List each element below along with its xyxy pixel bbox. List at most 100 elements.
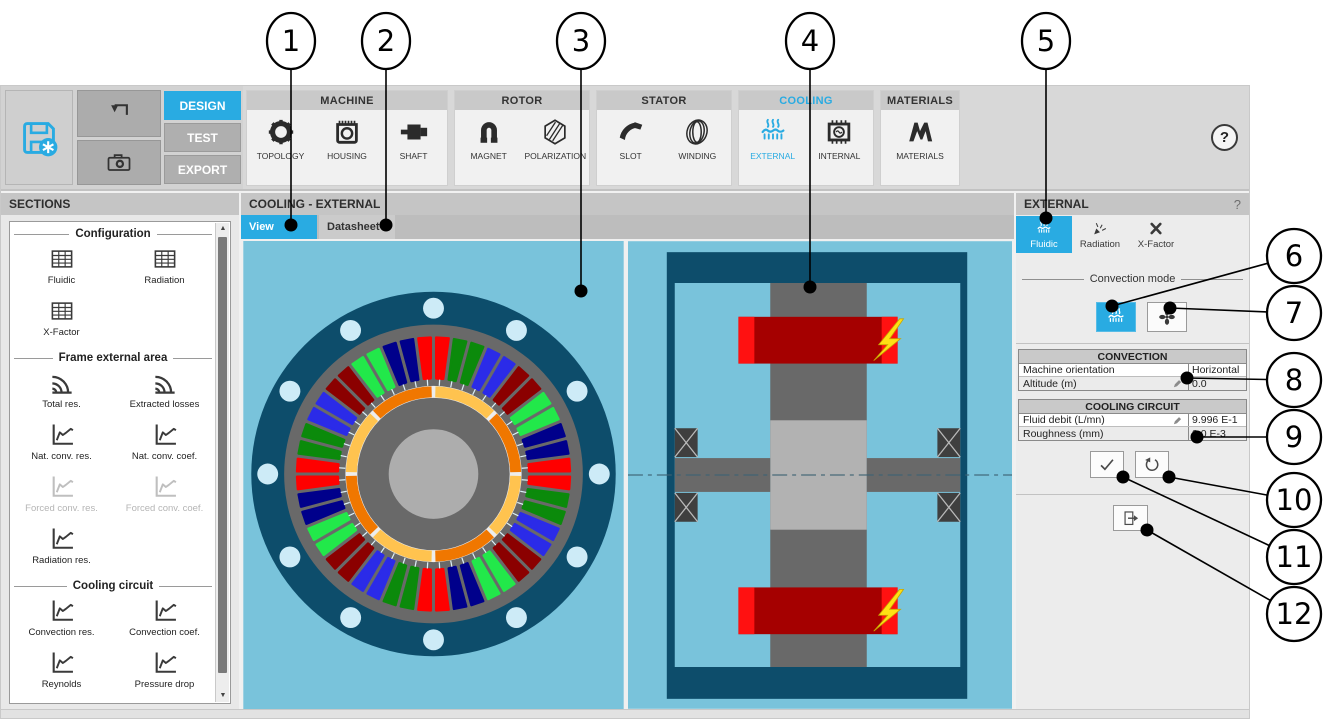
section-item-reynolds[interactable]: Reynolds <box>10 646 113 698</box>
undo-button[interactable] <box>77 90 161 137</box>
section-item-forced-conv-coef[interactable]: Forced conv. coef. <box>113 470 216 522</box>
toolbar-item-label: MAGNET <box>470 151 506 161</box>
toolbar-item-materials[interactable]: MATERIALS <box>887 117 953 161</box>
tab-radiation-label: Radiation <box>1080 239 1120 250</box>
scrollbar-thumb[interactable] <box>218 237 227 673</box>
toolbar-item-polarization[interactable]: POLARIZATION <box>522 117 588 161</box>
chart-icon <box>149 421 181 449</box>
materials-icon <box>901 117 939 147</box>
toolbar-item-topology[interactable]: TOPOLOGY <box>248 117 314 161</box>
external-cooling-panel: EXTERNAL ? Fluidic Radiation X-Factor Co… <box>1016 193 1249 711</box>
panel-separator <box>1016 494 1249 495</box>
toolbar-item-shaft[interactable]: SHAFT <box>381 117 447 161</box>
section-item-label: Convection res. <box>28 627 94 638</box>
toolbar-item-label: INTERNAL <box>818 151 860 161</box>
tab-radiation[interactable]: Radiation <box>1072 216 1128 253</box>
restore-button[interactable] <box>1135 451 1169 478</box>
tab-xfactor[interactable]: X-Factor <box>1128 216 1184 253</box>
tab-datasheet[interactable]: Datasheet <box>319 215 395 239</box>
motor-radial-cross-section-view[interactable] <box>243 241 624 709</box>
toolbar-item-slot[interactable]: SLOT <box>598 117 664 161</box>
tab-view[interactable]: View <box>241 215 317 239</box>
toolbar-group-title: COOLING <box>739 91 873 110</box>
heat-waves-icon <box>1033 220 1055 237</box>
export-button[interactable]: EXPORT <box>164 155 241 184</box>
heat-waves-icon <box>1104 307 1128 327</box>
toolbar-item-label: HOUSING <box>327 151 367 161</box>
section-item-total-res[interactable]: Total res. <box>10 366 113 418</box>
svg-text:9: 9 <box>1285 420 1303 454</box>
design-button[interactable]: DESIGN <box>164 91 241 120</box>
svg-text:1: 1 <box>282 24 300 58</box>
roughness-value[interactable]: 2.0 E-3 <box>1188 427 1246 440</box>
section-item-nat-conv-res[interactable]: Nat. conv. res. <box>10 418 113 470</box>
table-icon <box>46 297 78 325</box>
toolbar-group-rotor: ROTOR MAGNET POLARIZATION <box>454 90 590 186</box>
svg-text:7: 7 <box>1285 296 1303 330</box>
toolbar-item-winding[interactable]: WINDING <box>664 117 730 161</box>
save-icon <box>18 117 60 159</box>
section-item-label: Total res. <box>42 399 81 410</box>
svg-text:4: 4 <box>801 24 819 58</box>
svg-text:6: 6 <box>1285 239 1303 273</box>
toolbar-item-label: SHAFT <box>400 151 428 161</box>
toolbar-group-title: ROTOR <box>455 91 589 110</box>
chart-icon <box>46 525 78 553</box>
section-item-convection-res[interactable]: Convection res. <box>10 594 113 646</box>
sections-scrollbar[interactable]: ▲ ▼ <box>215 223 229 702</box>
toolbar-groups: MACHINE TOPOLOGY HOUSING SHAFT ROTOR MAG… <box>246 90 960 186</box>
toolbar-item-external[interactable]: EXTERNAL <box>740 117 806 161</box>
motor-axial-cross-section-view[interactable] <box>628 241 1012 709</box>
scroll-up-arrow[interactable]: ▲ <box>216 223 230 235</box>
machine-orientation-value[interactable]: Horizontal <box>1188 364 1246 376</box>
section-item-nat-conv-coef[interactable]: Nat. conv. coef. <box>113 418 216 470</box>
altitude-value[interactable]: 0.0 <box>1188 377 1246 390</box>
forced-convection-mode-button[interactable] <box>1147 302 1187 332</box>
tab-fluidic-label: Fluidic <box>1030 239 1057 250</box>
natural-convection-mode-button[interactable] <box>1096 302 1136 332</box>
table-row: Altitude (m) 0.0 <box>1019 377 1246 390</box>
section-item-convection-coef[interactable]: Convection coef. <box>113 594 216 646</box>
section-item-label: Radiation <box>144 275 184 286</box>
section-item-radiation-res[interactable]: Radiation res. <box>10 522 113 574</box>
section-item-radiation[interactable]: Radiation <box>113 242 216 294</box>
section-item-x-factor[interactable]: X-Factor <box>10 294 113 346</box>
panel-title-bar: EXTERNAL ? <box>1016 193 1249 215</box>
help-icon[interactable]: ? <box>1211 124 1238 151</box>
panel-help-icon[interactable]: ? <box>1234 197 1241 212</box>
test-button[interactable]: TEST <box>164 123 241 152</box>
slot-icon <box>612 117 650 147</box>
section-item-label: Nat. conv. res. <box>31 451 92 462</box>
section-group-cooling-circuit: Cooling circuit <box>14 580 212 592</box>
main-tabstrip: View Datasheet <box>241 215 1014 239</box>
fluid-debit-value[interactable]: 9.996 E-1 <box>1188 414 1246 426</box>
export-results-button[interactable] <box>1113 505 1148 531</box>
section-item-extracted-losses[interactable]: Extracted losses <box>113 366 216 418</box>
section-item-fluidic[interactable]: Fluidic <box>10 242 113 294</box>
tab-fluidic[interactable]: Fluidic <box>1016 216 1072 253</box>
convection-mode-divider: Convection mode <box>1022 273 1243 285</box>
main-toolbar: DESIGN TEST EXPORT MACHINE TOPOLOGY HOUS… <box>1 86 1249 191</box>
toolbar-item-internal[interactable]: INTERNAL <box>806 117 872 161</box>
screenshot-button[interactable] <box>77 140 161 185</box>
coolext-icon <box>754 117 792 147</box>
toolbar-group-machine: MACHINE TOPOLOGY HOUSING SHAFT <box>246 90 448 186</box>
section-item-forced-conv-res[interactable]: Forced conv. res. <box>10 470 113 522</box>
main-view-title: COOLING - EXTERNAL <box>241 193 1014 215</box>
scroll-down-arrow[interactable]: ▼ <box>216 690 230 702</box>
toolbar-item-label: EXTERNAL <box>750 151 795 161</box>
toolbar-group-title: STATOR <box>597 91 731 110</box>
toolbar-item-magnet[interactable]: MAGNET <box>456 117 522 161</box>
svg-text:11: 11 <box>1276 540 1313 574</box>
save-button[interactable] <box>5 90 73 185</box>
section-item-pressure-drop[interactable]: Pressure drop <box>113 646 216 698</box>
section-item-label: Forced conv. res. <box>25 503 98 514</box>
convection-mode-label: Convection mode <box>1090 273 1176 285</box>
status-bar <box>1 709 1249 718</box>
toolbar-item-label: TOPOLOGY <box>257 151 305 161</box>
application-window: DESIGN TEST EXPORT MACHINE TOPOLOGY HOUS… <box>0 85 1250 719</box>
apply-button[interactable] <box>1090 451 1124 478</box>
toolbar-item-housing[interactable]: HOUSING <box>314 117 380 161</box>
edit-input-icon <box>1172 378 1184 389</box>
check-icon <box>1096 455 1118 474</box>
